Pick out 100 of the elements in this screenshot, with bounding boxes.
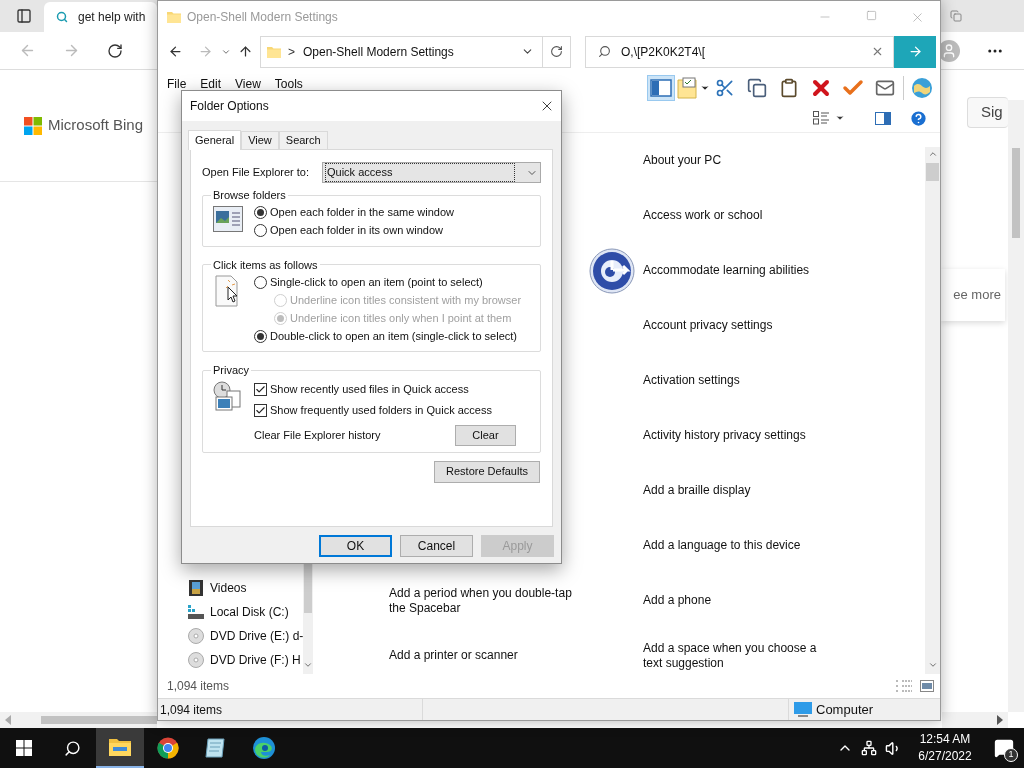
tab[interactable]: Search [278,131,328,149]
drive-icon [188,604,204,620]
radio-button[interactable] [254,329,267,343]
refresh-icon[interactable] [107,42,123,59]
notifications-button[interactable]: 1 [984,728,1024,768]
group-title: Privacy [212,363,251,378]
field-label: Open File Explorer to: [202,165,309,181]
dialog-title: Folder Options [190,98,269,115]
up-icon[interactable] [238,44,253,59]
settings-item[interactable]: Activation settings [643,373,740,388]
address-text: Open-Shell Modern Settings [303,43,455,61]
breadcrumb-separator: > [288,43,295,61]
checkbox-label: Show frequently used folders in Quick access [270,402,492,418]
radio-label: Open each folder in the same window [270,205,455,221]
tab[interactable]: General [188,130,242,150]
settings-item[interactable]: Add a phone [643,593,712,608]
settings-item[interactable]: Access work or school [643,208,763,223]
settings-item[interactable]: Accommodate learning abilities [643,263,810,278]
radio-label: Double-click to open an item (single-click to select) [270,328,517,344]
settings-item[interactable]: Add a space when you choose a text suggestion [643,640,823,671]
radio-label: Underline icon titles only when I point at them [290,310,512,326]
scroll-up-icon[interactable] [927,149,938,159]
group-title: Browse folders [212,188,287,203]
scroll-down-icon[interactable] [927,660,938,670]
scroll-down-icon[interactable] [303,660,314,670]
dialog-button[interactable]: Cancel [400,535,473,557]
window-title: Open-Shell Modern Settings [187,9,338,26]
monitor-icon [794,701,812,718]
menu-item[interactable]: File [167,75,187,93]
scrollbar[interactable] [1008,100,1024,712]
disc-icon [188,628,204,644]
scrollbar[interactable] [925,147,940,674]
sidebar-icon[interactable] [16,8,32,24]
radio-button[interactable] [254,224,267,237]
view-options-icon[interactable] [813,111,845,125]
scrollbar[interactable] [0,712,157,728]
tab[interactable]: View [241,131,279,149]
dialog-button[interactable]: OK [319,535,392,557]
large-icons-view-icon[interactable] [920,680,934,692]
clock[interactable]: 12:54 AM 6/27/2022 [912,731,978,765]
browser-tab[interactable]: get help with [44,2,157,32]
folder-icon [167,11,181,23]
settings-item[interactable]: Account privacy settings [643,318,773,333]
dropdown-value: Quick access [325,163,515,182]
menu-item[interactable]: Tools [274,75,303,93]
checkbox[interactable] [254,403,267,417]
see-more-link[interactable]: ee more [953,285,1001,305]
radio-button[interactable] [254,275,267,289]
menu-item[interactable]: View [235,75,261,93]
nav-item[interactable]: Local Disk (C:) [188,604,304,620]
settings-item[interactable]: Add a printer or scanner [389,648,518,663]
search-value: O,\[P2K0K2T4\[ [621,43,707,61]
menu-item[interactable]: Edit [200,75,222,93]
go-button[interactable] [894,35,936,68]
nav-item[interactable]: Videos [188,580,304,596]
clear-button[interactable]: Clear [455,424,516,446]
network-icon[interactable] [861,740,877,756]
settings-item[interactable]: Activity history privacy settings [643,428,806,443]
refresh-icon[interactable] [550,45,563,58]
group-title: Click items as follows [212,257,319,273]
scroll-thumb[interactable] [926,163,939,181]
item-count: 1,094 items [167,678,231,695]
status-item-count: 1,094 items [159,701,224,719]
clock-documents-icon [213,380,243,413]
scrollbar[interactable] [942,712,1008,728]
radio-label: Single-click to open an item (point to select) [270,274,483,290]
bing-logo-text: Microsoft Bing [48,115,144,136]
settings-item[interactable]: Add a language to this device [643,538,801,553]
disc-icon [188,652,204,668]
radio-label: Underline icon titles consistent with my browser [290,292,522,308]
bing-logo-icon [24,116,42,135]
properties-icon[interactable] [679,75,707,101]
address-bar[interactable]: > Open-Shell Modern Settings [260,35,571,68]
radio-button[interactable] [254,206,267,219]
preview-pane-icon[interactable] [875,111,891,125]
clear-history-label: Clear File Explorer history [254,427,381,443]
open-to-dropdown[interactable]: Quick access [322,162,541,183]
settings-item[interactable]: Add a period when you double-tap the Spacebar [389,585,579,616]
clear-icon[interactable] [871,45,884,58]
back-icon[interactable] [168,44,183,59]
film-icon [188,580,204,596]
checkbox[interactable] [254,382,267,396]
radio-label: Open each folder in its own window [270,223,444,239]
search-field[interactable]: O,\[P2K0K2T4\[ [585,35,894,68]
window-icon [213,205,243,232]
search-icon [56,11,68,23]
checkbox-label: Show recently used files in Quick access [270,381,469,397]
restore-defaults-button[interactable]: Restore Defaults [434,460,540,483]
help-icon[interactable] [909,108,928,128]
status-location: Computer [816,700,874,719]
settings-item[interactable]: Add a braille display [643,483,751,498]
folder-icon[interactable] [96,728,144,768]
settings-item[interactable]: About your PC [643,153,722,168]
search-icon [598,45,611,58]
nav-item[interactable]: DVD Drive (F:) H [188,652,304,668]
nav-item[interactable]: DVD Drive (E:) d- [188,628,304,644]
arrow-right-icon [907,44,923,59]
folder-icon [267,44,281,59]
sign-in-button[interactable]: Sig [967,97,1008,128]
preview-pane-icon[interactable] [647,75,675,101]
